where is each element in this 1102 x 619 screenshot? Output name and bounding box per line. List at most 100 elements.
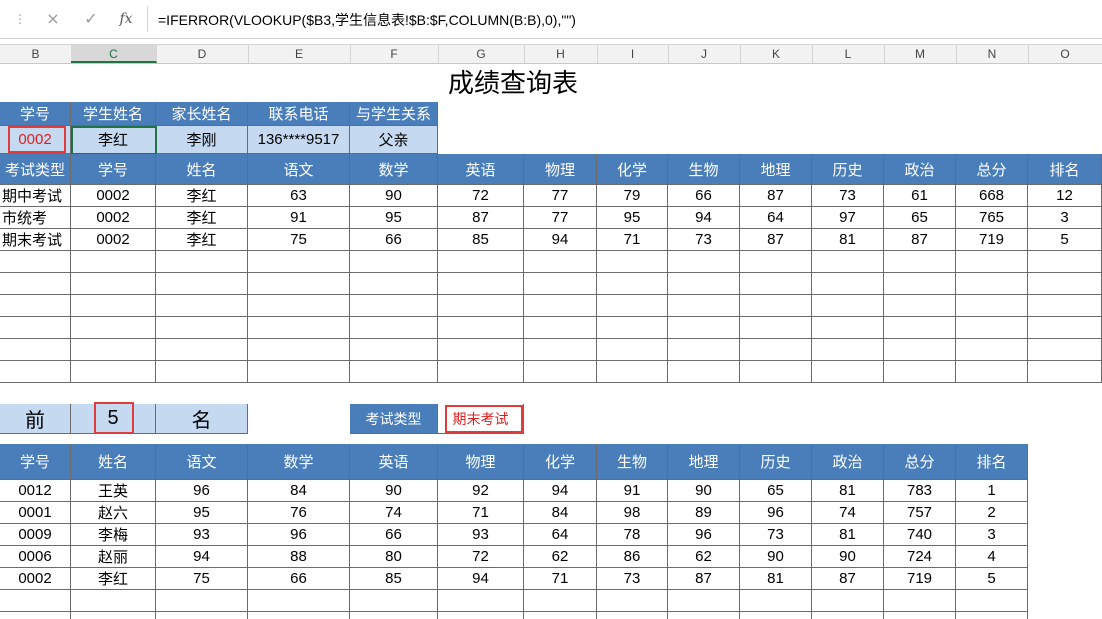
ranking-header-cell[interactable]: 学号	[0, 444, 71, 480]
ranking-cell[interactable]: 740	[884, 524, 956, 546]
insert-function-icon[interactable]: fx	[115, 8, 137, 30]
info-header-cell[interactable]: 家长姓名	[156, 102, 248, 126]
empty-cell[interactable]	[812, 251, 884, 273]
score-cell[interactable]: 87	[438, 207, 524, 229]
ranking-cell[interactable]: 724	[884, 546, 956, 568]
ranking-header-cell[interactable]: 政治	[812, 444, 884, 480]
scores-header-cell[interactable]: 考试类型	[0, 154, 71, 185]
info-value-cell[interactable]: 李刚	[156, 126, 248, 154]
empty-cell[interactable]	[956, 251, 1028, 273]
scores-header-cell[interactable]: 数学	[350, 154, 438, 185]
column-header-l[interactable]: L	[812, 45, 885, 63]
ranking-cell[interactable]: 66	[248, 568, 350, 590]
exam-type-cell[interactable]: 期末考试	[0, 229, 71, 251]
empty-cell[interactable]	[438, 273, 524, 295]
empty-cell[interactable]	[884, 590, 956, 612]
ranking-cell[interactable]: 89	[668, 502, 740, 524]
empty-cell[interactable]	[812, 273, 884, 295]
score-cell[interactable]: 65	[884, 207, 956, 229]
empty-cell[interactable]	[740, 295, 812, 317]
empty-cell[interactable]	[884, 612, 956, 619]
score-cell[interactable]: 79	[597, 185, 668, 207]
score-cell[interactable]: 71	[597, 229, 668, 251]
column-header-d[interactable]: D	[156, 45, 249, 63]
info-header-cell[interactable]: 联系电话	[248, 102, 350, 126]
score-cell[interactable]: 77	[524, 185, 597, 207]
empty-cell[interactable]	[248, 251, 350, 273]
score-cell[interactable]: 61	[884, 185, 956, 207]
empty-cell[interactable]	[884, 339, 956, 361]
ranking-cell[interactable]: 96	[740, 502, 812, 524]
score-cell[interactable]: 73	[668, 229, 740, 251]
empty-cell[interactable]	[956, 273, 1028, 295]
score-cell[interactable]: 94	[668, 207, 740, 229]
empty-cell[interactable]	[0, 361, 71, 383]
scores-header-cell[interactable]: 生物	[668, 154, 740, 185]
ranking-cell[interactable]: 94	[156, 546, 248, 568]
ranking-cell[interactable]: 0006	[0, 546, 71, 568]
empty-cell[interactable]	[1028, 273, 1102, 295]
empty-cell[interactable]	[0, 339, 71, 361]
score-cell[interactable]: 87	[884, 229, 956, 251]
exam-type-cell[interactable]: 市统考	[0, 207, 71, 229]
empty-cell[interactable]	[438, 612, 524, 619]
empty-cell[interactable]	[156, 612, 248, 619]
empty-cell[interactable]	[812, 339, 884, 361]
score-cell[interactable]: 12	[1028, 185, 1102, 207]
ranking-cell[interactable]: 80	[350, 546, 438, 568]
score-cell[interactable]: 66	[668, 185, 740, 207]
scores-header-cell[interactable]: 排名	[1028, 154, 1102, 185]
ranking-header-cell[interactable]: 姓名	[71, 444, 156, 480]
ranking-cell[interactable]: 96	[156, 480, 248, 502]
empty-cell[interactable]	[740, 339, 812, 361]
empty-cell[interactable]	[156, 251, 248, 273]
ranking-cell[interactable]: 71	[524, 568, 597, 590]
empty-cell[interactable]	[71, 317, 156, 339]
score-cell[interactable]: 95	[350, 207, 438, 229]
ranking-cell[interactable]: 74	[350, 502, 438, 524]
ranking-cell[interactable]: 76	[248, 502, 350, 524]
ranking-cell[interactable]: 81	[812, 524, 884, 546]
empty-cell[interactable]	[0, 295, 71, 317]
ranking-cell[interactable]: 73	[740, 524, 812, 546]
top-n-prefix[interactable]: 前	[0, 404, 71, 434]
empty-cell[interactable]	[524, 590, 597, 612]
drag-handle-icon[interactable]: ⋮	[14, 9, 26, 29]
ranking-cell[interactable]: 94	[524, 480, 597, 502]
empty-cell[interactable]	[438, 295, 524, 317]
empty-cell[interactable]	[668, 590, 740, 612]
score-cell[interactable]: 0002	[71, 229, 156, 251]
ranking-header-cell[interactable]: 地理	[668, 444, 740, 480]
scores-header-cell[interactable]: 化学	[597, 154, 668, 185]
empty-cell[interactable]	[156, 339, 248, 361]
ranking-cell[interactable]: 72	[438, 546, 524, 568]
enter-icon[interactable]: ✓	[80, 8, 102, 30]
empty-cell[interactable]	[524, 295, 597, 317]
column-header-i[interactable]: I	[597, 45, 669, 63]
empty-cell[interactable]	[350, 295, 438, 317]
empty-cell[interactable]	[156, 361, 248, 383]
ranking-cell[interactable]: 94	[438, 568, 524, 590]
ranking-cell[interactable]: 87	[668, 568, 740, 590]
empty-cell[interactable]	[0, 612, 71, 619]
score-cell[interactable]: 719	[956, 229, 1028, 251]
score-cell[interactable]: 72	[438, 185, 524, 207]
score-cell[interactable]: 77	[524, 207, 597, 229]
ranking-header-cell[interactable]: 数学	[248, 444, 350, 480]
empty-cell[interactable]	[156, 295, 248, 317]
ranking-cell[interactable]: 81	[812, 480, 884, 502]
info-value-cell[interactable]: 136****9517	[248, 126, 350, 154]
ranking-cell[interactable]: 65	[740, 480, 812, 502]
empty-cell[interactable]	[438, 251, 524, 273]
ranking-cell[interactable]: 88	[248, 546, 350, 568]
score-cell[interactable]: 87	[740, 185, 812, 207]
ranking-cell[interactable]: 757	[884, 502, 956, 524]
score-cell[interactable]: 85	[438, 229, 524, 251]
ranking-cell[interactable]: 62	[524, 546, 597, 568]
ranking-header-cell[interactable]: 生物	[597, 444, 668, 480]
ranking-cell[interactable]: 87	[812, 568, 884, 590]
column-header-b[interactable]: B	[0, 45, 72, 63]
empty-cell[interactable]	[524, 339, 597, 361]
empty-cell[interactable]	[438, 339, 524, 361]
empty-cell[interactable]	[956, 339, 1028, 361]
